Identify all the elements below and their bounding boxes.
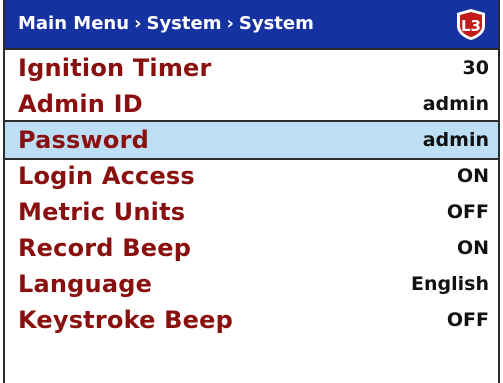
title-bar: Main Menu › System › System L3 (5, 0, 498, 50)
menu-item-password[interactable]: Password admin (5, 120, 498, 160)
breadcrumb-current-page: System (238, 13, 314, 34)
menu-item-label: Language (18, 270, 153, 298)
menu-item-value: ON (456, 165, 489, 187)
menu-item-label: Login Access (18, 162, 195, 190)
menu-item-record-beep[interactable]: Record Beep ON (5, 230, 498, 266)
menu-item-admin-id[interactable]: Admin ID admin (5, 86, 498, 122)
menu-item-login-access[interactable]: Login Access ON (5, 158, 498, 194)
menu-item-label: Record Beep (18, 234, 192, 262)
menu-item-value: admin (422, 93, 489, 115)
menu-item-value: ON (456, 237, 489, 259)
menu-item-keystroke-beep[interactable]: Keystroke Beep OFF (5, 302, 498, 338)
menu-item-label: Admin ID (18, 90, 143, 118)
settings-menu: Ignition Timer 30 Admin ID admin Passwor… (5, 50, 498, 338)
menu-item-metric-units[interactable]: Metric Units OFF (5, 194, 498, 230)
menu-item-label: Password (18, 126, 149, 154)
menu-item-value: 30 (462, 57, 489, 79)
breadcrumb-system[interactable]: System (146, 15, 221, 33)
menu-item-label: Metric Units (18, 198, 186, 226)
breadcrumb-separator-icon: › (226, 13, 234, 34)
menu-item-value: admin (422, 129, 489, 151)
menu-item-language[interactable]: Language English (5, 266, 498, 302)
menu-item-value: OFF (446, 201, 489, 223)
breadcrumb: Main Menu › System › System (18, 15, 314, 33)
device-screen: Main Menu › System › System L3 Ignition … (3, 0, 500, 383)
menu-item-label: Keystroke Beep (18, 306, 233, 334)
breadcrumb-main-menu[interactable]: Main Menu (18, 15, 129, 33)
menu-item-ignition-timer[interactable]: Ignition Timer 30 (5, 50, 498, 86)
menu-item-label: Ignition Timer (18, 54, 212, 82)
logo-text: L3 (461, 17, 481, 35)
menu-item-value: OFF (446, 309, 489, 331)
menu-item-value: English (411, 273, 489, 295)
l3-logo-icon: L3 (457, 9, 485, 40)
breadcrumb-separator-icon: › (134, 13, 142, 34)
